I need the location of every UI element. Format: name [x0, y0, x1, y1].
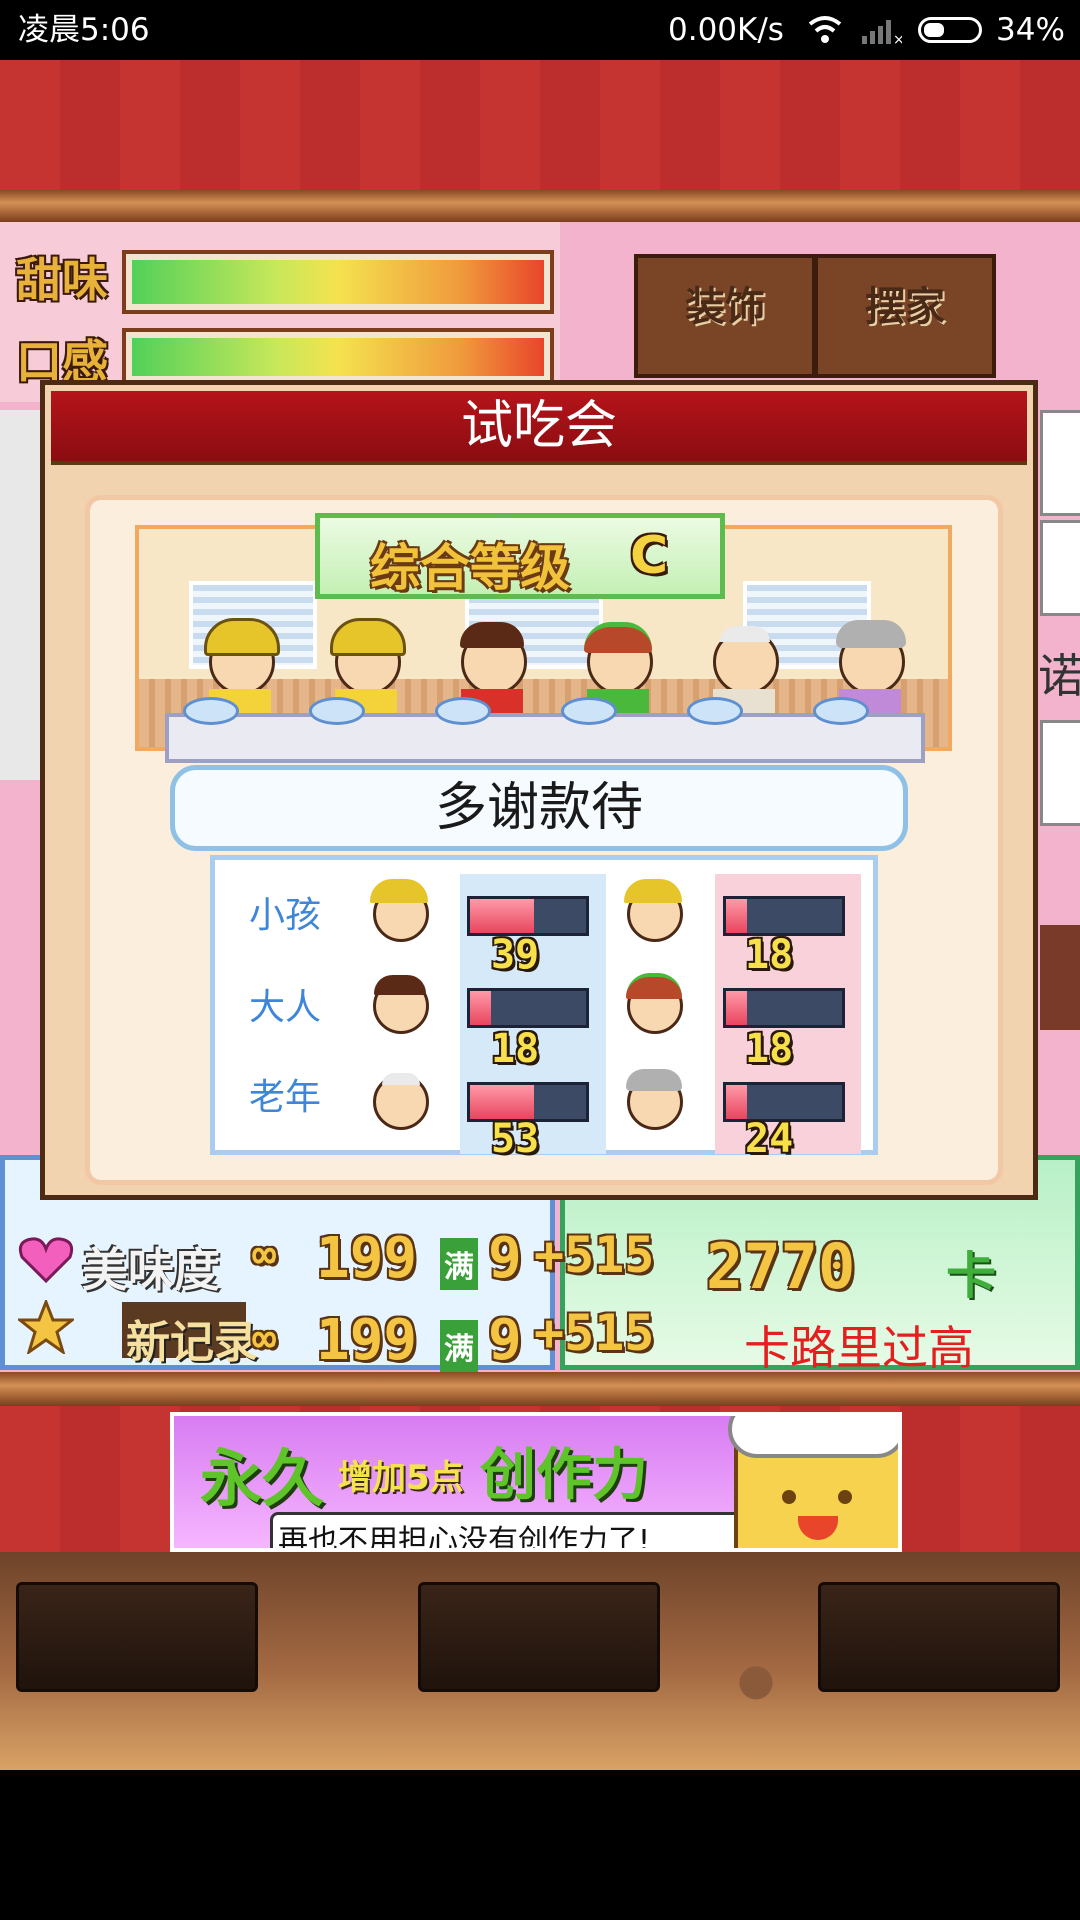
- network-speed: 0.00K/s: [668, 12, 784, 48]
- star-icon: [18, 1300, 74, 1354]
- adult-male-bar-fill: [470, 991, 491, 1025]
- meter-label-sweet: 甜味: [16, 253, 108, 307]
- child-male-bar: [467, 896, 589, 936]
- taste-bonus: +515: [534, 1226, 655, 1284]
- aroma-level: 9: [488, 1308, 522, 1373]
- overall-grade-box: 综合等级 C: [315, 513, 725, 599]
- elder-male-bar-fill: [470, 1085, 534, 1119]
- side-panel-3: [1040, 720, 1080, 826]
- old-man-taster: [713, 626, 779, 695]
- taste-max-badge: 满: [440, 1238, 478, 1290]
- adult-female-value: 18: [745, 1026, 794, 1072]
- woman-taster: [584, 622, 653, 695]
- old-woman-taster: [836, 620, 906, 695]
- decor-label: 装饰: [685, 284, 765, 330]
- child-female-bar: [723, 896, 845, 936]
- taste-level: 9: [488, 1226, 522, 1291]
- adult-male-value: 18: [491, 1026, 540, 1072]
- row-label-elder: 老年: [249, 1077, 322, 1118]
- side-panel-2: [1040, 520, 1080, 616]
- status-time: 凌晨5:06: [18, 12, 150, 48]
- plate-4: [561, 697, 617, 725]
- adult-female-bar: [723, 988, 845, 1028]
- battery-icon: [918, 17, 982, 43]
- side-panel-4: [1040, 925, 1080, 1030]
- row-label-adult: 大人: [249, 987, 322, 1028]
- boy-taster: [204, 618, 280, 695]
- texture-meter: [122, 328, 554, 386]
- adult-male-bar: [467, 988, 589, 1028]
- girl-taster: [330, 618, 406, 695]
- status-bar: 凌晨5:06 0.00K/s × 34%: [0, 0, 1080, 60]
- dialog-title: 试吃会: [51, 391, 1027, 465]
- grade-label: 综合等级: [370, 539, 570, 597]
- heart-icon: [18, 1237, 74, 1284]
- plate-1: [183, 697, 239, 725]
- ad-headline-b: 增加5点: [338, 1458, 464, 1498]
- results-table: 小孩 39 18 大人 18 18 老年 53 24: [210, 855, 878, 1162]
- arrange-label: 摆家: [865, 284, 945, 330]
- bottom-slot-3[interactable]: [818, 1582, 1060, 1692]
- child-female-bar-fill: [726, 899, 747, 933]
- ad-headline-c: 创作力: [480, 1443, 648, 1508]
- taste-value: 199: [316, 1226, 418, 1291]
- signal-icon: ×: [862, 20, 902, 44]
- old-woman-face-icon: [626, 1069, 683, 1130]
- middle-rail: [0, 1372, 1080, 1406]
- man-face-icon: [373, 975, 429, 1034]
- infinity-1: ∞: [252, 1232, 277, 1278]
- decor-button[interactable]: 装饰: [634, 254, 816, 378]
- boy-face-icon: [370, 879, 429, 942]
- ad-subline: 再也不用担心没有创作力了!: [278, 1524, 651, 1552]
- plate-2: [309, 697, 365, 725]
- tasting-table: [165, 713, 925, 763]
- child-female-value: 18: [745, 932, 794, 978]
- plate-6: [813, 697, 869, 725]
- bottom-slot-2[interactable]: [418, 1582, 660, 1692]
- taste-label: 美味度: [82, 1243, 220, 1297]
- top-rail: [0, 190, 1080, 222]
- speech-bubble: 多谢款待: [170, 765, 908, 851]
- elder-female-bar-fill: [726, 1085, 747, 1119]
- tasting-dialog: 试吃会 综合等级 C 多谢款待 小孩 39 18 大人 18 18 老年 53 …: [40, 380, 1038, 1200]
- ad-banner[interactable]: 永久 增加5点 创作力 再也不用担心没有创作力了!: [170, 1412, 902, 1552]
- plate-5: [687, 697, 743, 725]
- man-taster: [460, 622, 527, 695]
- old-man-face-icon: [373, 1073, 429, 1130]
- child-male-value: 39: [491, 932, 540, 978]
- left-wall: [0, 410, 40, 780]
- calories-value: 2770: [706, 1230, 856, 1303]
- ad-headline-a: 永久: [200, 1442, 325, 1515]
- calories-warning: 卡路里过高: [744, 1321, 974, 1375]
- side-panel-1: [1040, 410, 1080, 516]
- elder-male-value: 53: [491, 1116, 540, 1162]
- child-male-bar-fill: [470, 899, 534, 933]
- wifi-icon: [808, 16, 842, 43]
- infinity-2: ∞: [252, 1316, 277, 1362]
- svg-text:×: ×: [893, 32, 902, 44]
- sweet-meter: [122, 250, 554, 314]
- side-text: 诺: [1038, 649, 1080, 703]
- plate-3: [435, 697, 491, 725]
- adult-female-bar-fill: [726, 991, 747, 1025]
- card-label: 卡: [946, 1247, 996, 1305]
- arrange-button[interactable]: 摆家: [814, 254, 996, 378]
- aroma-max-badge: 满: [440, 1320, 478, 1372]
- bottom-slot-1[interactable]: [16, 1582, 258, 1692]
- woman-face-icon: [626, 973, 683, 1034]
- grade-value: C: [630, 526, 669, 586]
- aroma-bonus: +515: [534, 1304, 655, 1362]
- chef-mascot: [728, 1416, 898, 1548]
- battery-percent: 34%: [996, 12, 1065, 48]
- elder-female-value: 24: [745, 1116, 794, 1162]
- girl-face-icon: [624, 879, 683, 942]
- new-record-label: 新记录: [126, 1317, 258, 1368]
- aroma-value: 199: [316, 1308, 418, 1373]
- row-label-child: 小孩: [249, 895, 322, 936]
